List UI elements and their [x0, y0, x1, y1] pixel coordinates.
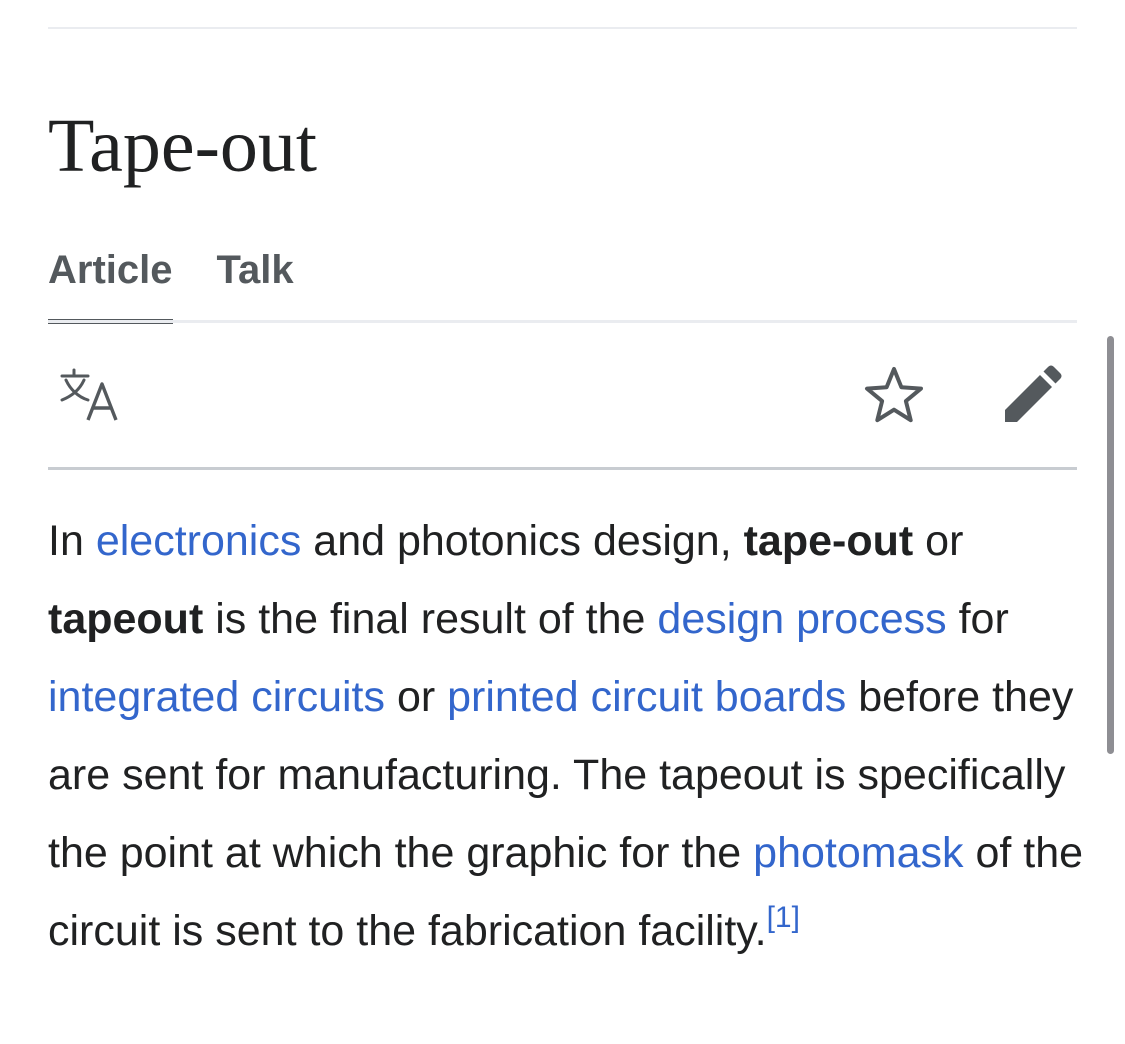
- lead-text: for: [946, 595, 1009, 643]
- top-divider: [48, 27, 1077, 29]
- tab-talk[interactable]: Talk: [217, 246, 294, 324]
- lead-text: or: [385, 673, 448, 721]
- lead-text: In: [48, 517, 96, 565]
- link-design-process[interactable]: design process: [657, 595, 946, 643]
- link-printed-circuit-boards[interactable]: printed circuit boards: [447, 673, 846, 721]
- watch-button[interactable]: [852, 353, 936, 437]
- page-actions-toolbar: [48, 323, 1077, 467]
- link-integrated-circuits[interactable]: integrated circuits: [48, 673, 385, 721]
- bold-term-tapeout: tapeout: [48, 595, 204, 643]
- language-button[interactable]: [48, 353, 132, 437]
- edit-button[interactable]: [990, 353, 1074, 437]
- tab-article[interactable]: Article: [48, 246, 173, 324]
- link-photomask[interactable]: photomask: [753, 829, 963, 877]
- link-electronics[interactable]: electronics: [96, 517, 302, 565]
- bold-term-tape-out: tape-out: [743, 517, 914, 565]
- lead-text: is the final result of the: [203, 595, 658, 643]
- pencil-icon: [1002, 365, 1062, 425]
- lead-paragraph: In electronics and photonics design, tap…: [48, 502, 1088, 970]
- toolbar-divider: [48, 467, 1077, 470]
- page-title: Tape-out: [48, 104, 318, 188]
- lead-text: and photonics design,: [301, 517, 744, 565]
- translate-icon: [58, 367, 122, 423]
- lead-text: or: [913, 517, 964, 565]
- star-outline-icon: [864, 366, 924, 424]
- reference-link-1[interactable]: [1]: [767, 901, 800, 934]
- reference-superscript: [1]: [767, 901, 800, 934]
- page-tabs: Article Talk: [48, 246, 294, 324]
- scrollbar[interactable]: [1107, 336, 1114, 754]
